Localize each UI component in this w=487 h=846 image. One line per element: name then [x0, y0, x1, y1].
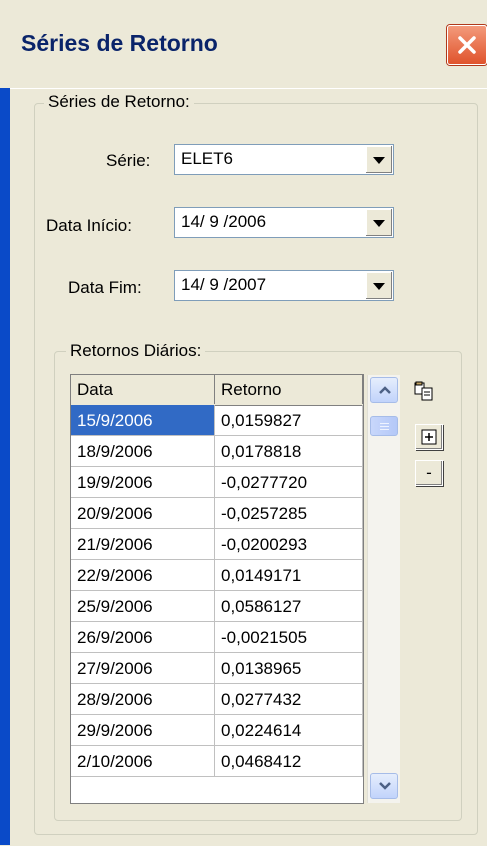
serie-label: Série:	[106, 151, 151, 170]
window-title: Séries de Retorno	[21, 30, 218, 56]
cell-data[interactable]: 26/9/2006	[71, 622, 215, 653]
copy-button[interactable]	[413, 381, 437, 405]
column-header-retorno[interactable]: Retorno	[215, 375, 363, 404]
returns-group-legend: Retornos Diários:	[66, 341, 206, 361]
expand-button[interactable]	[415, 424, 443, 450]
cell-retorno[interactable]: 0,0277432	[215, 684, 363, 715]
cell-retorno[interactable]: 0,0178818	[215, 436, 363, 467]
cell-retorno[interactable]: -0,0277720	[215, 467, 363, 498]
cell-data[interactable]: 21/9/2006	[71, 529, 215, 560]
table-row[interactable]: 29/9/2006 0,0224614	[71, 715, 363, 746]
data-fim-select[interactable]: 14/ 9 /2007	[174, 270, 394, 301]
data-fim-label: Data Fim:	[68, 278, 142, 297]
table-row[interactable]: 28/9/2006 0,0277432	[71, 684, 363, 715]
cell-data[interactable]: 22/9/2006	[71, 560, 215, 591]
table-row[interactable]: 15/9/2006 0,0159827	[71, 405, 363, 436]
chevron-down-icon	[373, 283, 385, 290]
data-fim-value: 14/ 9 /2007	[181, 275, 267, 294]
returns-table[interactable]: Data Retorno 15/9/2006 0,0159827 18/9/2006…	[70, 374, 364, 804]
series-group-legend: Séries de Retorno:	[44, 92, 194, 112]
cell-retorno[interactable]: 0,0468412	[215, 746, 363, 777]
table-scrollbar[interactable]	[367, 375, 400, 803]
chevron-down-icon	[379, 782, 391, 790]
table-row[interactable]: 27/9/2006 0,0138965	[71, 653, 363, 684]
data-fim-dropdown-button[interactable]	[365, 272, 392, 299]
data-inicio-value: 14/ 9 /2006	[181, 212, 267, 231]
cell-data[interactable]: 25/9/2006	[71, 591, 215, 622]
remove-button[interactable]: -	[415, 460, 443, 486]
title-bar: Séries de Retorno	[0, 0, 487, 88]
chevron-down-icon	[373, 220, 385, 227]
scroll-thumb[interactable]	[370, 416, 398, 436]
cell-retorno[interactable]: 0,0224614	[215, 715, 363, 746]
cell-retorno[interactable]: 0,0149171	[215, 560, 363, 591]
cell-data[interactable]: 2/10/2006	[71, 746, 215, 777]
copy-icon	[414, 381, 433, 401]
cell-retorno[interactable]: 0,0159827	[215, 405, 363, 436]
data-inicio-dropdown-button[interactable]	[365, 209, 392, 236]
data-inicio-select[interactable]: 14/ 9 /2006	[174, 207, 394, 238]
serie-dropdown-button[interactable]	[365, 146, 392, 173]
serie-select[interactable]: ELET6	[174, 144, 394, 175]
cell-data[interactable]: 27/9/2006	[71, 653, 215, 684]
serie-value: ELET6	[181, 149, 233, 168]
scroll-up-button[interactable]	[370, 377, 398, 403]
cell-data[interactable]: 18/9/2006	[71, 436, 215, 467]
column-header-data[interactable]: Data	[71, 375, 215, 404]
cell-data[interactable]: 29/9/2006	[71, 715, 215, 746]
cell-retorno[interactable]: 0,0138965	[215, 653, 363, 684]
plus-box-icon	[421, 429, 437, 445]
cell-data[interactable]: 19/9/2006	[71, 467, 215, 498]
chevron-down-icon	[373, 157, 385, 164]
table-row[interactable]: 21/9/2006 -0,0200293	[71, 529, 363, 560]
cell-retorno[interactable]: -0,0200293	[215, 529, 363, 560]
window-frame-left	[0, 88, 10, 845]
table-row[interactable]: 22/9/2006 0,0149171	[71, 560, 363, 591]
table-row[interactable]: 19/9/2006 -0,0277720	[71, 467, 363, 498]
cell-data[interactable]: 15/9/2006	[71, 405, 215, 436]
table-row[interactable]: 20/9/2006 -0,0257285	[71, 498, 363, 529]
close-icon	[458, 36, 476, 54]
table-row[interactable]: 2/10/2006 0,0468412	[71, 746, 363, 777]
data-inicio-label: Data Início:	[46, 216, 132, 235]
scroll-down-button[interactable]	[370, 773, 398, 799]
cell-retorno[interactable]: -0,0021505	[215, 622, 363, 653]
cell-retorno[interactable]: 0,0586127	[215, 591, 363, 622]
table-row[interactable]: 18/9/2006 0,0178818	[71, 436, 363, 467]
cell-data[interactable]: 20/9/2006	[71, 498, 215, 529]
table-row[interactable]: 25/9/2006 0,0586127	[71, 591, 363, 622]
close-button[interactable]	[447, 25, 487, 65]
chevron-up-icon	[379, 386, 391, 394]
cell-retorno[interactable]: -0,0257285	[215, 498, 363, 529]
cell-data[interactable]: 28/9/2006	[71, 684, 215, 715]
table-row[interactable]: 26/9/2006 -0,0021505	[71, 622, 363, 653]
table-header: Data Retorno	[71, 375, 363, 406]
